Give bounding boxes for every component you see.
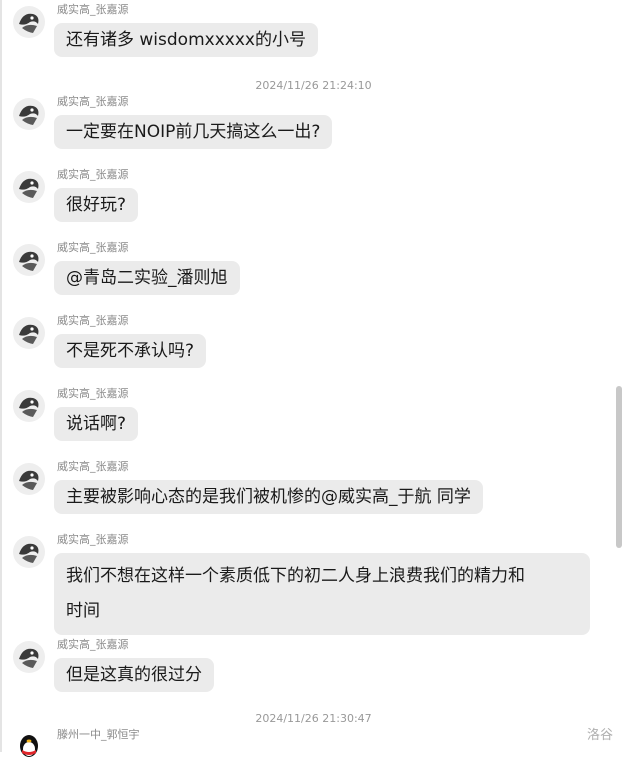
sender-name: 威实高_张嘉源 bbox=[57, 3, 129, 16]
scrollbar[interactable] bbox=[613, 0, 623, 752]
message-bubble[interactable]: 我们不想在这样一个素质低下的初二人身上浪费我们的精力和 时间 bbox=[54, 553, 590, 635]
penguin-avatar-icon[interactable] bbox=[13, 317, 45, 349]
timestamp: 2024/11/26 21:24:10 bbox=[255, 79, 372, 92]
message-bubble[interactable]: 不是死不承认吗? bbox=[54, 334, 207, 368]
message-bubble[interactable]: 很好玩? bbox=[54, 188, 139, 222]
penguin-avatar-icon[interactable] bbox=[13, 244, 45, 276]
sender-name: 威实高_张嘉源 bbox=[57, 168, 129, 181]
sender-name: 威实高_张嘉源 bbox=[57, 387, 129, 400]
chat-panel: 威实高_张嘉源 还有诸多 wisdomxxxxx的小号 2024/11/26 2… bbox=[0, 0, 627, 763]
penguin-avatar-icon[interactable] bbox=[13, 463, 45, 495]
message-bubble[interactable]: @青岛二实验_潘则旭 bbox=[54, 261, 240, 295]
qq-penguin-icon[interactable] bbox=[13, 731, 45, 763]
penguin-avatar-icon[interactable] bbox=[13, 98, 45, 130]
watermark: 洛谷 bbox=[587, 728, 614, 743]
penguin-avatar-icon[interactable] bbox=[13, 171, 45, 203]
penguin-avatar-icon[interactable] bbox=[13, 641, 45, 673]
message-bubble[interactable]: 主要被影响心态的是我们被机惨的@威实高_于航 同学 bbox=[54, 480, 483, 514]
message-line: 我们不想在这样一个素质低下的初二人身上浪费我们的精力和 bbox=[66, 566, 525, 586]
message-bubble[interactable]: 一定要在NOIP前几天搞这么一出? bbox=[54, 115, 333, 149]
sender-name: 威实高_张嘉源 bbox=[57, 241, 129, 254]
penguin-avatar-icon[interactable] bbox=[13, 536, 45, 568]
sender-name: 威实高_张嘉源 bbox=[57, 460, 129, 473]
sender-name: 威实高_张嘉源 bbox=[57, 314, 129, 327]
penguin-avatar-icon[interactable] bbox=[13, 6, 45, 38]
sender-name: 威实高_张嘉源 bbox=[57, 638, 129, 651]
sender-name: 威实高_张嘉源 bbox=[57, 95, 129, 108]
message-bubble[interactable]: 还有诸多 wisdomxxxxx的小号 bbox=[54, 23, 318, 57]
sender-name: 威实高_张嘉源 bbox=[57, 533, 129, 546]
message-bubble[interactable]: 但是这真的很过分 bbox=[54, 658, 214, 692]
message-bubble[interactable]: 说话啊? bbox=[54, 407, 139, 441]
panel-divider bbox=[0, 0, 2, 752]
penguin-avatar-icon[interactable] bbox=[13, 390, 45, 422]
scrollbar-thumb[interactable] bbox=[616, 386, 622, 548]
timestamp: 2024/11/26 21:30:47 bbox=[255, 712, 372, 725]
sender-name: 滕州一中_郭恒宇 bbox=[57, 728, 140, 741]
message-line: 时间 bbox=[66, 601, 100, 621]
